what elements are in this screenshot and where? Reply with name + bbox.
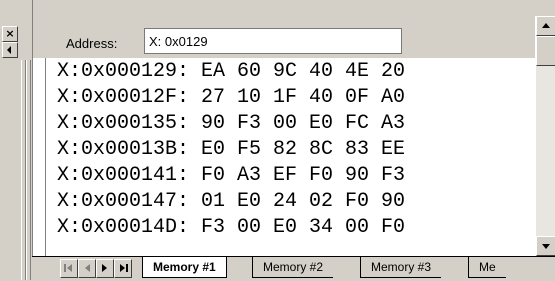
address-label: Address: bbox=[66, 36, 118, 51]
scroll-down-icon[interactable] bbox=[536, 236, 555, 256]
memory-row: X:0x00012F: 27 10 1F 40 0F A0 bbox=[57, 86, 406, 109]
tab-memory-3[interactable]: Memory #3 bbox=[360, 257, 442, 278]
scroll-thumb[interactable] bbox=[536, 36, 555, 66]
tab-memory-4[interactable]: Me bbox=[468, 257, 506, 278]
tab-bar: Memory #1 Memory #2 Memory #3 Me bbox=[32, 256, 555, 281]
dock-grip[interactable]: × bbox=[0, 0, 33, 280]
grip-bar[interactable] bbox=[26, 60, 31, 280]
tab-memory-1[interactable]: Memory #1 bbox=[142, 257, 227, 278]
address-bar: Address: bbox=[40, 16, 530, 56]
collapse-left-icon[interactable] bbox=[2, 42, 18, 58]
prev-tab-icon[interactable] bbox=[78, 259, 96, 278]
divider bbox=[45, 58, 50, 256]
memory-row: X:0x000129: EA 60 9C 40 4E 20 bbox=[57, 60, 406, 83]
memory-window: × Address: X:0x000129: EA 60 9C 40 4E 20… bbox=[0, 0, 555, 281]
memory-row: X:0x000141: F0 A3 EF F0 90 F3 bbox=[57, 164, 406, 187]
memory-view[interactable]: X:0x000129: EA 60 9C 40 4E 20 X:0x00012F… bbox=[32, 58, 536, 256]
vertical-scrollbar[interactable] bbox=[535, 16, 555, 256]
memory-row: X:0x00014D: F3 00 E0 34 00 F0 bbox=[57, 216, 406, 239]
memory-row: X:0x000135: 90 F3 00 E0 FC A3 bbox=[57, 112, 406, 135]
close-icon[interactable]: × bbox=[2, 26, 18, 42]
next-tab-icon[interactable] bbox=[96, 259, 114, 278]
memory-row: X:0x00013B: E0 F5 82 8C 83 EE bbox=[57, 138, 406, 161]
last-tab-icon[interactable] bbox=[114, 259, 132, 278]
tab-memory-2[interactable]: Memory #2 bbox=[252, 257, 334, 278]
scroll-up-icon[interactable] bbox=[536, 16, 555, 36]
first-tab-icon[interactable] bbox=[60, 259, 78, 278]
address-input[interactable] bbox=[144, 28, 402, 54]
memory-row: X:0x000147: 01 E0 24 02 F0 90 bbox=[57, 190, 406, 213]
